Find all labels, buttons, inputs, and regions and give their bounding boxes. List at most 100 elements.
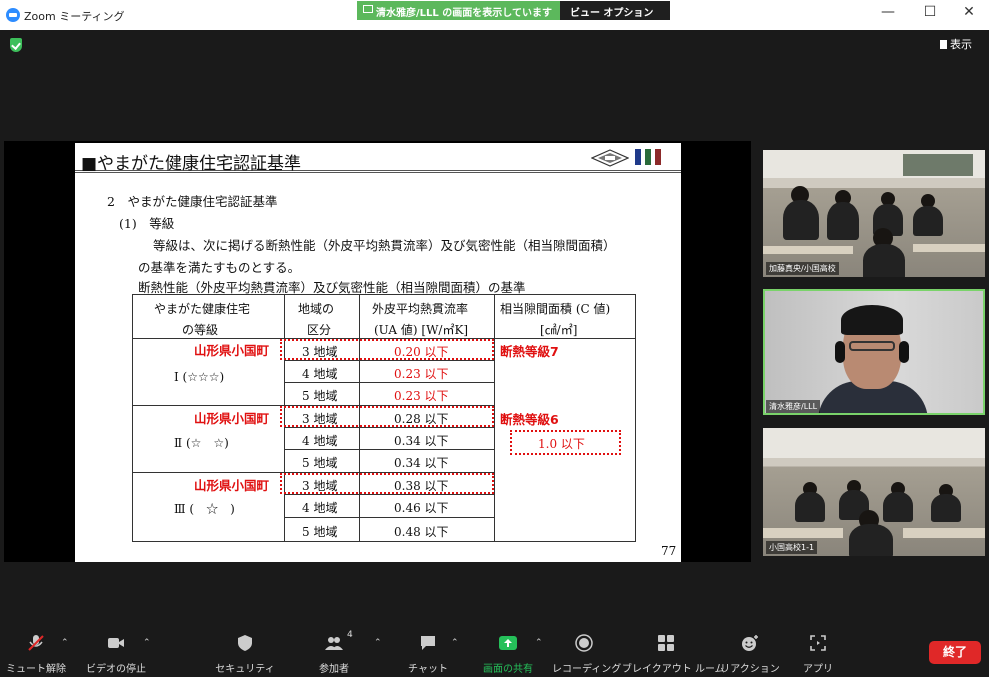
mute-options-caret-icon[interactable]: ⌃ bbox=[61, 638, 69, 648]
participant-name: 加藤真央/小国高校 bbox=[766, 262, 839, 275]
apps-label: アプリ bbox=[803, 664, 833, 675]
insulation-grade-note: 断熱等級7 bbox=[500, 344, 559, 359]
body-text-2: の基準を満たすものとする。 bbox=[138, 260, 301, 275]
security-label: セキュリティ bbox=[215, 664, 275, 675]
zoom-logo-icon bbox=[6, 8, 20, 22]
video-camera-icon bbox=[108, 638, 124, 648]
breakout-rooms-label: ブレイクアウト ルーム bbox=[622, 664, 725, 675]
grade-label: Ⅲ ( ☆ ) bbox=[174, 502, 235, 516]
ua-value: 0.46 以下 bbox=[394, 501, 449, 515]
slide-header: ■やまがた健康住宅認証基準 bbox=[75, 145, 681, 174]
header-region-1: 地域の bbox=[298, 302, 335, 316]
page-number: 77 bbox=[661, 544, 677, 558]
flag-stripe-blue-icon bbox=[635, 149, 641, 165]
chat-label: チャット bbox=[408, 664, 448, 675]
video-feed bbox=[763, 150, 985, 277]
encryption-shield-icon[interactable] bbox=[10, 38, 22, 52]
view-grid-icon bbox=[940, 39, 947, 49]
presentation-slide: ■やまがた健康住宅認証基準 2 やまがた健康住宅認証基準 (1) 等級 等級は、… bbox=[75, 143, 681, 562]
title-bar: Zoom ミーティング 清水雅彦/LLL の画面を表示しています ビュー オプシ… bbox=[0, 0, 989, 30]
participants-label: 参加者 bbox=[319, 664, 349, 675]
insulation-grade-note: 断熱等級6 bbox=[500, 412, 559, 427]
share-status: 清水雅彦/LLL の画面を表示しています bbox=[357, 1, 560, 20]
flag-stripe-red-icon bbox=[655, 149, 661, 165]
apps-button[interactable]: アプリ bbox=[786, 624, 850, 677]
chat-bubble-icon bbox=[421, 636, 435, 650]
view-options-button[interactable]: ビュー オプション ⌄ bbox=[559, 1, 670, 30]
region-label: 4 地域 bbox=[302, 501, 338, 515]
screen-share-icon bbox=[363, 5, 373, 13]
town-label: 山形県小国町 bbox=[194, 478, 270, 493]
video-feed bbox=[763, 289, 985, 415]
share-status-text: 清水雅彦/LLL の画面を表示しています bbox=[376, 8, 552, 19]
flag-stripe-green-icon bbox=[645, 149, 651, 165]
ua-value: 0.23 以下 bbox=[394, 389, 449, 403]
town-label: 山形県小国町 bbox=[194, 411, 270, 426]
chat-options-caret-icon[interactable]: ⌃ bbox=[451, 638, 459, 648]
section-heading: 2 やまがた健康住宅認証基準 bbox=[107, 194, 278, 209]
standards-table: やまがた健康住宅 の等級 地域の 区分 外皮平均熱貫流率 (UA 値) [W/㎡… bbox=[132, 294, 636, 542]
header-region-2: 区分 bbox=[307, 323, 332, 337]
participant-tile[interactable]: 小国高校1-1 bbox=[763, 428, 985, 556]
end-meeting-button[interactable]: 終了 bbox=[929, 641, 981, 664]
region-label: 4 地域 bbox=[302, 367, 338, 381]
breakout-rooms-button[interactable]: ブレイクアウト ルーム bbox=[622, 624, 725, 677]
video-options-caret-icon[interactable]: ⌃ bbox=[143, 638, 151, 648]
security-button[interactable]: セキュリティ bbox=[210, 624, 280, 677]
chat-button[interactable]: チャット bbox=[396, 624, 460, 677]
reactions-button[interactable]: リアクション bbox=[718, 624, 782, 677]
slide-title: ■やまがた健康住宅認証基準 bbox=[81, 154, 302, 174]
highlight-box bbox=[280, 406, 494, 427]
participants-button[interactable]: 4 参加者 bbox=[302, 624, 366, 677]
view-button[interactable]: 表示 bbox=[940, 36, 972, 52]
apps-icon bbox=[810, 635, 826, 651]
share-banner: 清水雅彦/LLL の画面を表示しています ビュー オプション ⌄ bbox=[357, 1, 670, 30]
participant-tile-active-speaker[interactable]: 清水雅彦/LLL bbox=[763, 289, 985, 415]
ua-value: 0.23 以下 bbox=[394, 367, 449, 381]
share-screen-icon bbox=[499, 636, 517, 650]
video-label: ビデオの停止 bbox=[86, 664, 146, 675]
mute-label: ミュート解除 bbox=[6, 664, 66, 675]
town-label: 山形県小国町 bbox=[194, 343, 270, 358]
participant-name: 清水雅彦/LLL bbox=[766, 400, 821, 413]
record-button[interactable]: レコーディング bbox=[552, 624, 621, 677]
close-button[interactable]: ✕ bbox=[957, 4, 981, 20]
header-c-1: 相当隙間面積 (C 値) bbox=[500, 302, 611, 316]
share-options-caret-icon[interactable]: ⌃ bbox=[535, 638, 543, 648]
header-ua-2: (UA 値) [W/㎡K] bbox=[374, 323, 469, 337]
header-grade-1: やまがた健康住宅 bbox=[154, 302, 251, 316]
ua-value: 0.48 以下 bbox=[394, 525, 449, 539]
body-text-1: 等級は、次に掲げる断熱性能（外皮平均熱貫流率）及び気密性能（相当隙間面積） bbox=[153, 238, 616, 253]
header-grade-2: の等級 bbox=[182, 323, 219, 337]
region-label: 5 地域 bbox=[302, 389, 338, 403]
ua-value: 0.34 以下 bbox=[394, 456, 449, 470]
video-button[interactable]: ビデオの停止 bbox=[80, 624, 152, 677]
mute-button[interactable]: ミュート解除 bbox=[0, 624, 72, 677]
participants-icon bbox=[325, 637, 343, 650]
participants-count: 4 bbox=[347, 630, 353, 640]
share-screen-label: 画面の共有 bbox=[483, 664, 533, 675]
header-ua-1: 外皮平均熱貫流率 bbox=[372, 302, 469, 316]
participant-name: 小国高校1-1 bbox=[766, 541, 818, 554]
security-shield-icon bbox=[238, 635, 252, 651]
emblem-logo-icon bbox=[591, 149, 629, 167]
minimize-button[interactable]: — bbox=[876, 4, 900, 20]
region-label: 5 地域 bbox=[302, 525, 338, 539]
region-label: 4 地域 bbox=[302, 434, 338, 448]
grade-label: Ⅰ (☆☆☆) bbox=[174, 370, 225, 384]
header-c-2: [㎠/㎡] bbox=[540, 323, 578, 337]
participants-options-caret-icon[interactable]: ⌃ bbox=[374, 638, 382, 648]
maximize-button[interactable]: ☐ bbox=[918, 4, 942, 20]
grade-label: Ⅱ (☆ ☆) bbox=[174, 436, 229, 450]
c-value: 1.0 以下 bbox=[538, 437, 585, 451]
reactions-smiley-icon bbox=[742, 635, 758, 651]
region-label: 5 地域 bbox=[302, 456, 338, 470]
highlight-box bbox=[280, 473, 494, 494]
view-button-label: 表示 bbox=[950, 38, 972, 51]
subsection-heading: (1) 等級 bbox=[119, 216, 175, 231]
share-screen-button[interactable]: 画面の共有 bbox=[476, 624, 540, 677]
ua-value: 0.34 以下 bbox=[394, 434, 449, 448]
breakout-rooms-icon bbox=[658, 635, 674, 651]
microphone-muted-icon bbox=[28, 635, 44, 651]
participant-tile[interactable]: 加藤真央/小国高校 bbox=[763, 150, 985, 277]
